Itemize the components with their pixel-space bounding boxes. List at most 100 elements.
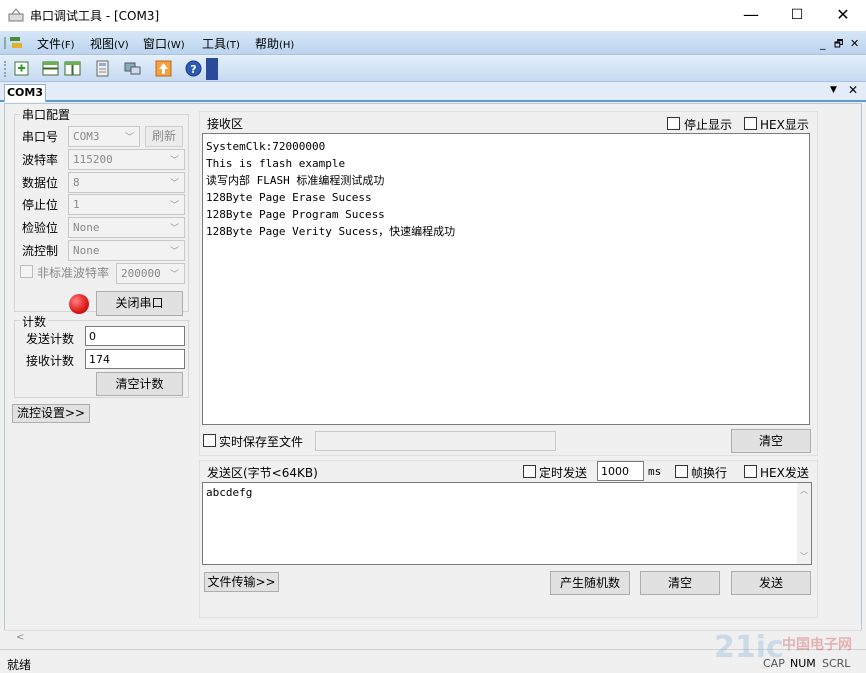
maximize-button[interactable]: ☐: [774, 0, 820, 31]
refresh-button[interactable]: 刷新: [145, 126, 183, 147]
save-to-file-label: 实时保存至文件: [219, 435, 304, 449]
display-icon[interactable]: [123, 59, 142, 78]
close-port-button[interactable]: 关闭串口: [96, 291, 183, 316]
svg-text:?: ?: [190, 63, 196, 76]
frame-newline-label: 帧换行: [691, 466, 728, 480]
send-title: 发送区(字节<64KB): [207, 466, 318, 480]
title-bar: 串口调试工具 - [COM3] — ☐ ✕: [0, 0, 866, 31]
send-button[interactable]: 发送: [731, 571, 811, 595]
send-scrollbar[interactable]: ︿ ﹀: [797, 483, 811, 564]
receive-title: 接收区: [207, 117, 244, 131]
receive-line: 128Byte Page Verity Sucess，快速编程成功: [206, 225, 456, 238]
status-text: 就绪: [7, 658, 32, 672]
send-count-field: 0: [85, 326, 185, 346]
port-select[interactable]: COM3 ﹀: [68, 126, 140, 147]
counter-title: 计数: [20, 313, 49, 330]
nonstd-baud-select[interactable]: 200000 ﹀: [116, 263, 185, 284]
baud-select[interactable]: 115200 ﹀: [68, 149, 185, 170]
minimize-button[interactable]: —: [728, 0, 774, 31]
split-vertical-icon[interactable]: [63, 59, 82, 78]
upload-icon[interactable]: [154, 59, 173, 78]
hex-display-checkbox[interactable]: [744, 117, 757, 130]
scroll-up-icon[interactable]: ︿: [800, 485, 808, 496]
clear-receive-button[interactable]: 清空: [731, 429, 811, 453]
chevron-down-icon: ﹀: [169, 270, 179, 280]
tab-close-icon[interactable]: ✕: [848, 83, 858, 97]
help-icon[interactable]: ?: [184, 59, 203, 78]
chevron-down-icon: ﹀: [169, 247, 179, 257]
port-label: 串口号: [22, 130, 59, 144]
save-file-path-field[interactable]: [315, 431, 556, 451]
databits-select[interactable]: 8 ﹀: [68, 172, 185, 193]
toolbar-overflow-icon[interactable]: [206, 58, 218, 80]
send-content: abcdefg: [206, 486, 253, 499]
receive-textarea[interactable]: SystemClk:72000000 This is flash example…: [202, 133, 810, 425]
mdi-minimize-button[interactable]: _: [820, 37, 826, 50]
nonstd-baud-label: 非标准波特率: [37, 266, 110, 280]
split-horizontal-icon[interactable]: [41, 59, 60, 78]
svg-text:21ic: 21ic: [714, 630, 784, 665]
flow-control-label: 流控制: [22, 244, 59, 258]
new-document-icon[interactable]: [12, 59, 31, 78]
mdi-app-icon: [4, 37, 22, 49]
baud-label: 波特率: [22, 153, 59, 167]
stopbits-label: 停止位: [22, 198, 59, 212]
receive-line: SystemClk:72000000: [206, 140, 326, 153]
databits-label: 数据位: [22, 176, 59, 190]
tab-com3[interactable]: COM3: [4, 84, 46, 102]
nonstd-baud-checkbox[interactable]: [20, 265, 33, 278]
menu-tools[interactable]: 工具(T): [202, 35, 240, 52]
flow-settings-button[interactable]: 流控设置>>: [12, 404, 90, 423]
timed-send-label: 定时发送: [539, 466, 588, 480]
receive-line: This is flash example: [206, 157, 346, 170]
receive-line: 128Byte Page Erase Sucess: [206, 191, 372, 204]
document-tab-strip: COM3 ▼ ✕: [0, 82, 866, 102]
menu-help[interactable]: 帮助(H): [255, 35, 294, 52]
receive-line: 128Byte Page Program Sucess: [206, 208, 385, 221]
send-count-label: 发送计数: [26, 332, 75, 346]
close-button[interactable]: ✕: [820, 0, 866, 31]
menu-bar: 文件(F) 视图(V) 窗口(W) 工具(T) 帮助(H) _ 🗗 ✕: [0, 31, 866, 55]
menu-file[interactable]: 文件(F): [37, 35, 75, 52]
toolbar: ?: [0, 56, 866, 82]
chevron-down-icon: ﹀: [169, 179, 179, 189]
chevron-down-icon: ﹀: [169, 201, 179, 211]
save-to-file-checkbox[interactable]: [203, 434, 216, 447]
scroll-left-icon[interactable]: <: [16, 632, 24, 643]
parity-label: 检验位: [22, 221, 59, 235]
recv-count-label: 接收计数: [26, 354, 75, 368]
mdi-close-button[interactable]: ✕: [850, 37, 859, 50]
interval-unit-label: ms: [648, 465, 662, 478]
stop-display-checkbox[interactable]: [667, 117, 680, 130]
port-status-indicator: [69, 294, 89, 314]
send-interval-input[interactable]: 1000: [597, 461, 644, 481]
menu-window[interactable]: 窗口(W): [143, 35, 185, 52]
frame-newline-checkbox[interactable]: [675, 465, 688, 478]
receive-line: 读写内部 FLASH 标准编程测试成功: [206, 174, 385, 187]
timed-send-checkbox[interactable]: [523, 465, 536, 478]
hex-send-label: HEX发送: [760, 466, 809, 480]
hex-send-checkbox[interactable]: [744, 465, 757, 478]
stop-display-label: 停止显示: [684, 118, 733, 132]
chevron-down-icon: ﹀: [169, 224, 179, 234]
parity-select[interactable]: None ﹀: [68, 217, 185, 238]
chevron-down-icon: ﹀: [169, 156, 179, 166]
mdi-restore-button[interactable]: 🗗: [834, 37, 843, 54]
chevron-down-icon: ﹀: [124, 133, 134, 143]
app-icon: [8, 8, 24, 22]
stopbits-select[interactable]: 1 ﹀: [68, 194, 185, 215]
recv-count-field: 174: [85, 349, 185, 369]
serial-config-title: 串口配置: [20, 106, 73, 123]
toolbar-grip[interactable]: [4, 61, 7, 77]
clear-send-button[interactable]: 清空: [640, 571, 720, 595]
tab-dropdown-icon[interactable]: ▼: [830, 85, 837, 95]
clear-count-button[interactable]: 清空计数: [96, 372, 183, 396]
send-textarea[interactable]: abcdefg ︿ ﹀: [202, 482, 812, 565]
calculator-icon[interactable]: [93, 59, 112, 78]
svg-text:中国电子网: 中国电子网: [782, 636, 852, 653]
random-data-button[interactable]: 产生随机数: [550, 571, 630, 595]
scroll-down-icon[interactable]: ﹀: [800, 551, 808, 562]
file-transfer-button[interactable]: 文件传输>>: [204, 572, 279, 592]
menu-view[interactable]: 视图(V): [90, 35, 129, 52]
flow-control-select[interactable]: None ﹀: [68, 240, 185, 261]
